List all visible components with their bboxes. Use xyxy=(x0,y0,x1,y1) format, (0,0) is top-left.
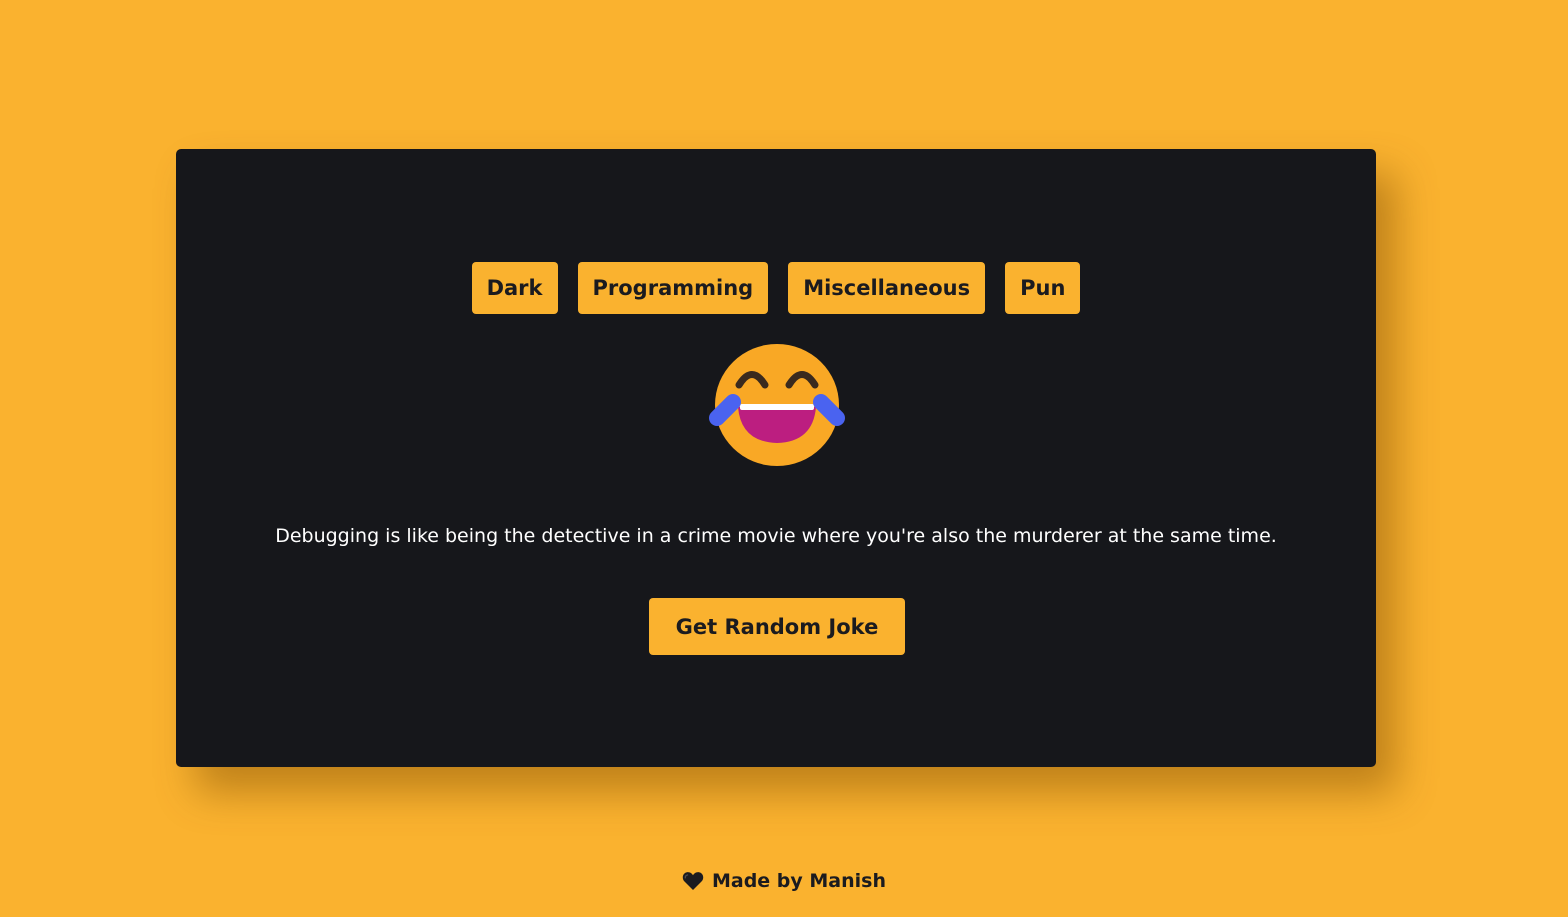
category-pun-button[interactable]: Pun xyxy=(1005,262,1081,314)
joke-card: Dark Programming Miscellaneous Pun Debug… xyxy=(176,149,1376,767)
get-random-joke-button[interactable]: Get Random Joke xyxy=(649,598,905,655)
category-miscellaneous-button[interactable]: Miscellaneous xyxy=(788,262,986,314)
category-tags: Dark Programming Miscellaneous Pun xyxy=(176,262,1376,314)
heart-icon xyxy=(682,872,704,890)
footer: Made by Manish xyxy=(0,870,1568,892)
category-programming-button[interactable]: Programming xyxy=(577,262,769,314)
laughing-with-tears-icon xyxy=(709,344,845,466)
category-dark-button[interactable]: Dark xyxy=(471,262,558,314)
joke-text: Debugging is like being the detective in… xyxy=(275,525,1277,547)
footer-credit: Made by Manish xyxy=(711,870,887,892)
